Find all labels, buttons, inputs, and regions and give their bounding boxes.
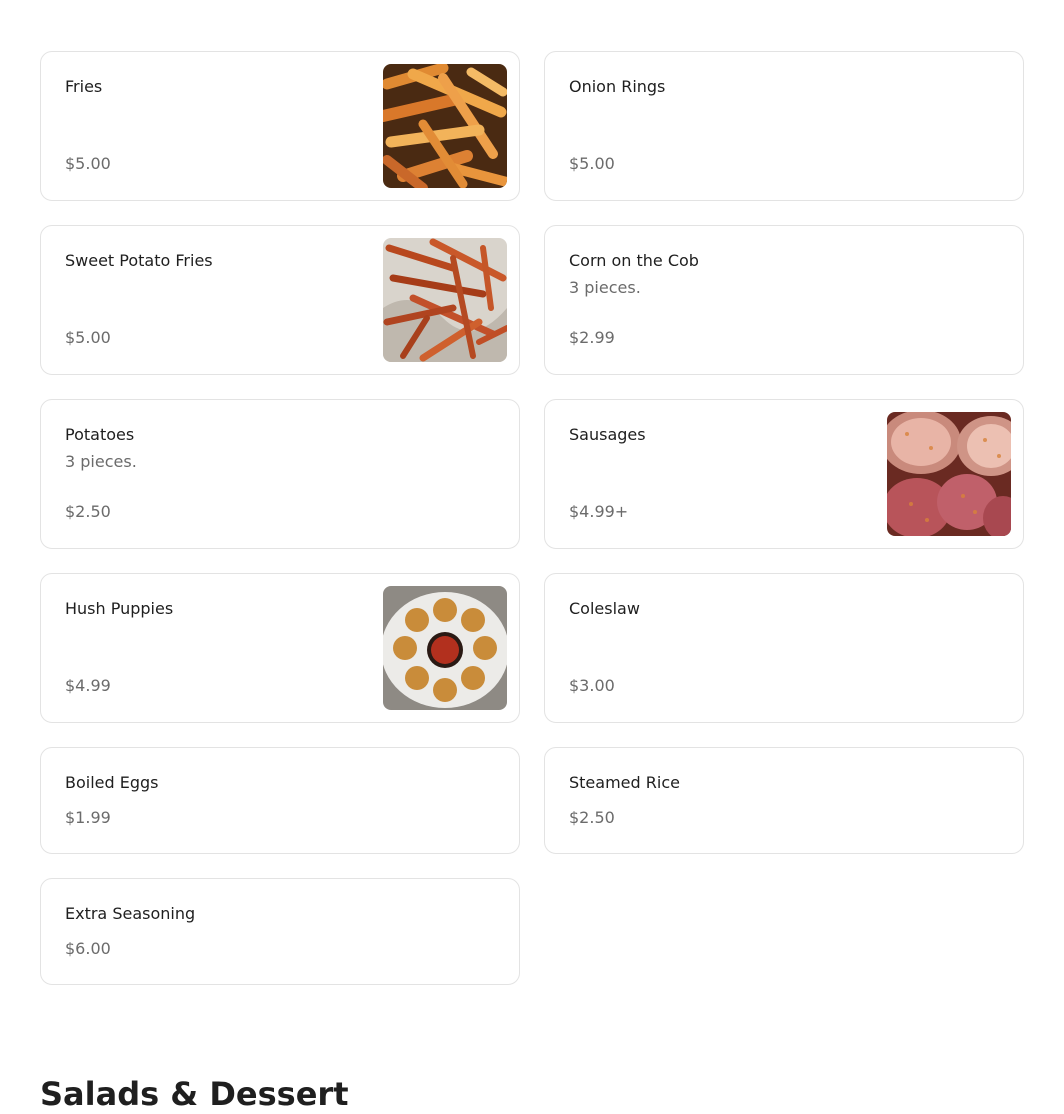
menu-item-card-steamed-rice[interactable]: Steamed Rice $2.50 (544, 747, 1024, 854)
item-description: 3 pieces. (569, 278, 641, 297)
item-price: $2.99 (569, 328, 615, 347)
sausages-photo (887, 412, 1011, 536)
item-name: Potatoes (65, 425, 135, 444)
item-name: Coleslaw (569, 599, 640, 618)
menu-items-grid: Fries $5.00 Onion Rings $5.00 Sweet Pota… (40, 51, 1024, 985)
hush-puppies-photo (383, 586, 507, 710)
item-price: $3.00 (569, 676, 615, 695)
item-price: $5.00 (65, 328, 111, 347)
item-name: Boiled Eggs (65, 773, 159, 792)
menu-item-card-hush-puppies[interactable]: Hush Puppies $4.99 (40, 573, 520, 723)
menu-item-card-fries[interactable]: Fries $5.00 (40, 51, 520, 201)
menu-item-card-coleslaw[interactable]: Coleslaw $3.00 (544, 573, 1024, 723)
menu-item-card-boiled-eggs[interactable]: Boiled Eggs $1.99 (40, 747, 520, 854)
item-price: $6.00 (65, 939, 111, 958)
item-name: Fries (65, 77, 103, 96)
item-name: Hush Puppies (65, 599, 174, 618)
item-name: Sweet Potato Fries (65, 251, 213, 270)
item-name: Extra Seasoning (65, 904, 196, 923)
menu-item-card-corn-on-the-cob[interactable]: Corn on the Cob 3 pieces. $2.99 (544, 225, 1024, 375)
item-price: $2.50 (65, 502, 111, 521)
menu-item-card-potatoes[interactable]: Potatoes 3 pieces. $2.50 (40, 399, 520, 549)
item-name: Onion Rings (569, 77, 666, 96)
menu-item-card-onion-rings[interactable]: Onion Rings $5.00 (544, 51, 1024, 201)
item-price: $5.00 (569, 154, 615, 173)
menu-item-card-sweet-potato-fries[interactable]: Sweet Potato Fries $5.00 (40, 225, 520, 375)
item-price: $5.00 (65, 154, 111, 173)
item-price: $4.99+ (569, 502, 629, 521)
sweet-potato-fries-photo (383, 238, 507, 362)
section-title: Salads & Dessert (40, 1075, 349, 1113)
item-name: Steamed Rice (569, 773, 680, 792)
item-price: $2.50 (569, 808, 615, 827)
item-name: Sausages (569, 425, 646, 444)
menu-item-card-extra-seasoning[interactable]: Extra Seasoning $6.00 (40, 878, 520, 985)
fries-photo (383, 64, 507, 188)
item-description: 3 pieces. (65, 452, 137, 471)
item-name: Corn on the Cob (569, 251, 699, 270)
item-price: $4.99 (65, 676, 111, 695)
menu-item-card-sausages[interactable]: Sausages $4.99+ (544, 399, 1024, 549)
item-price: $1.99 (65, 808, 111, 827)
